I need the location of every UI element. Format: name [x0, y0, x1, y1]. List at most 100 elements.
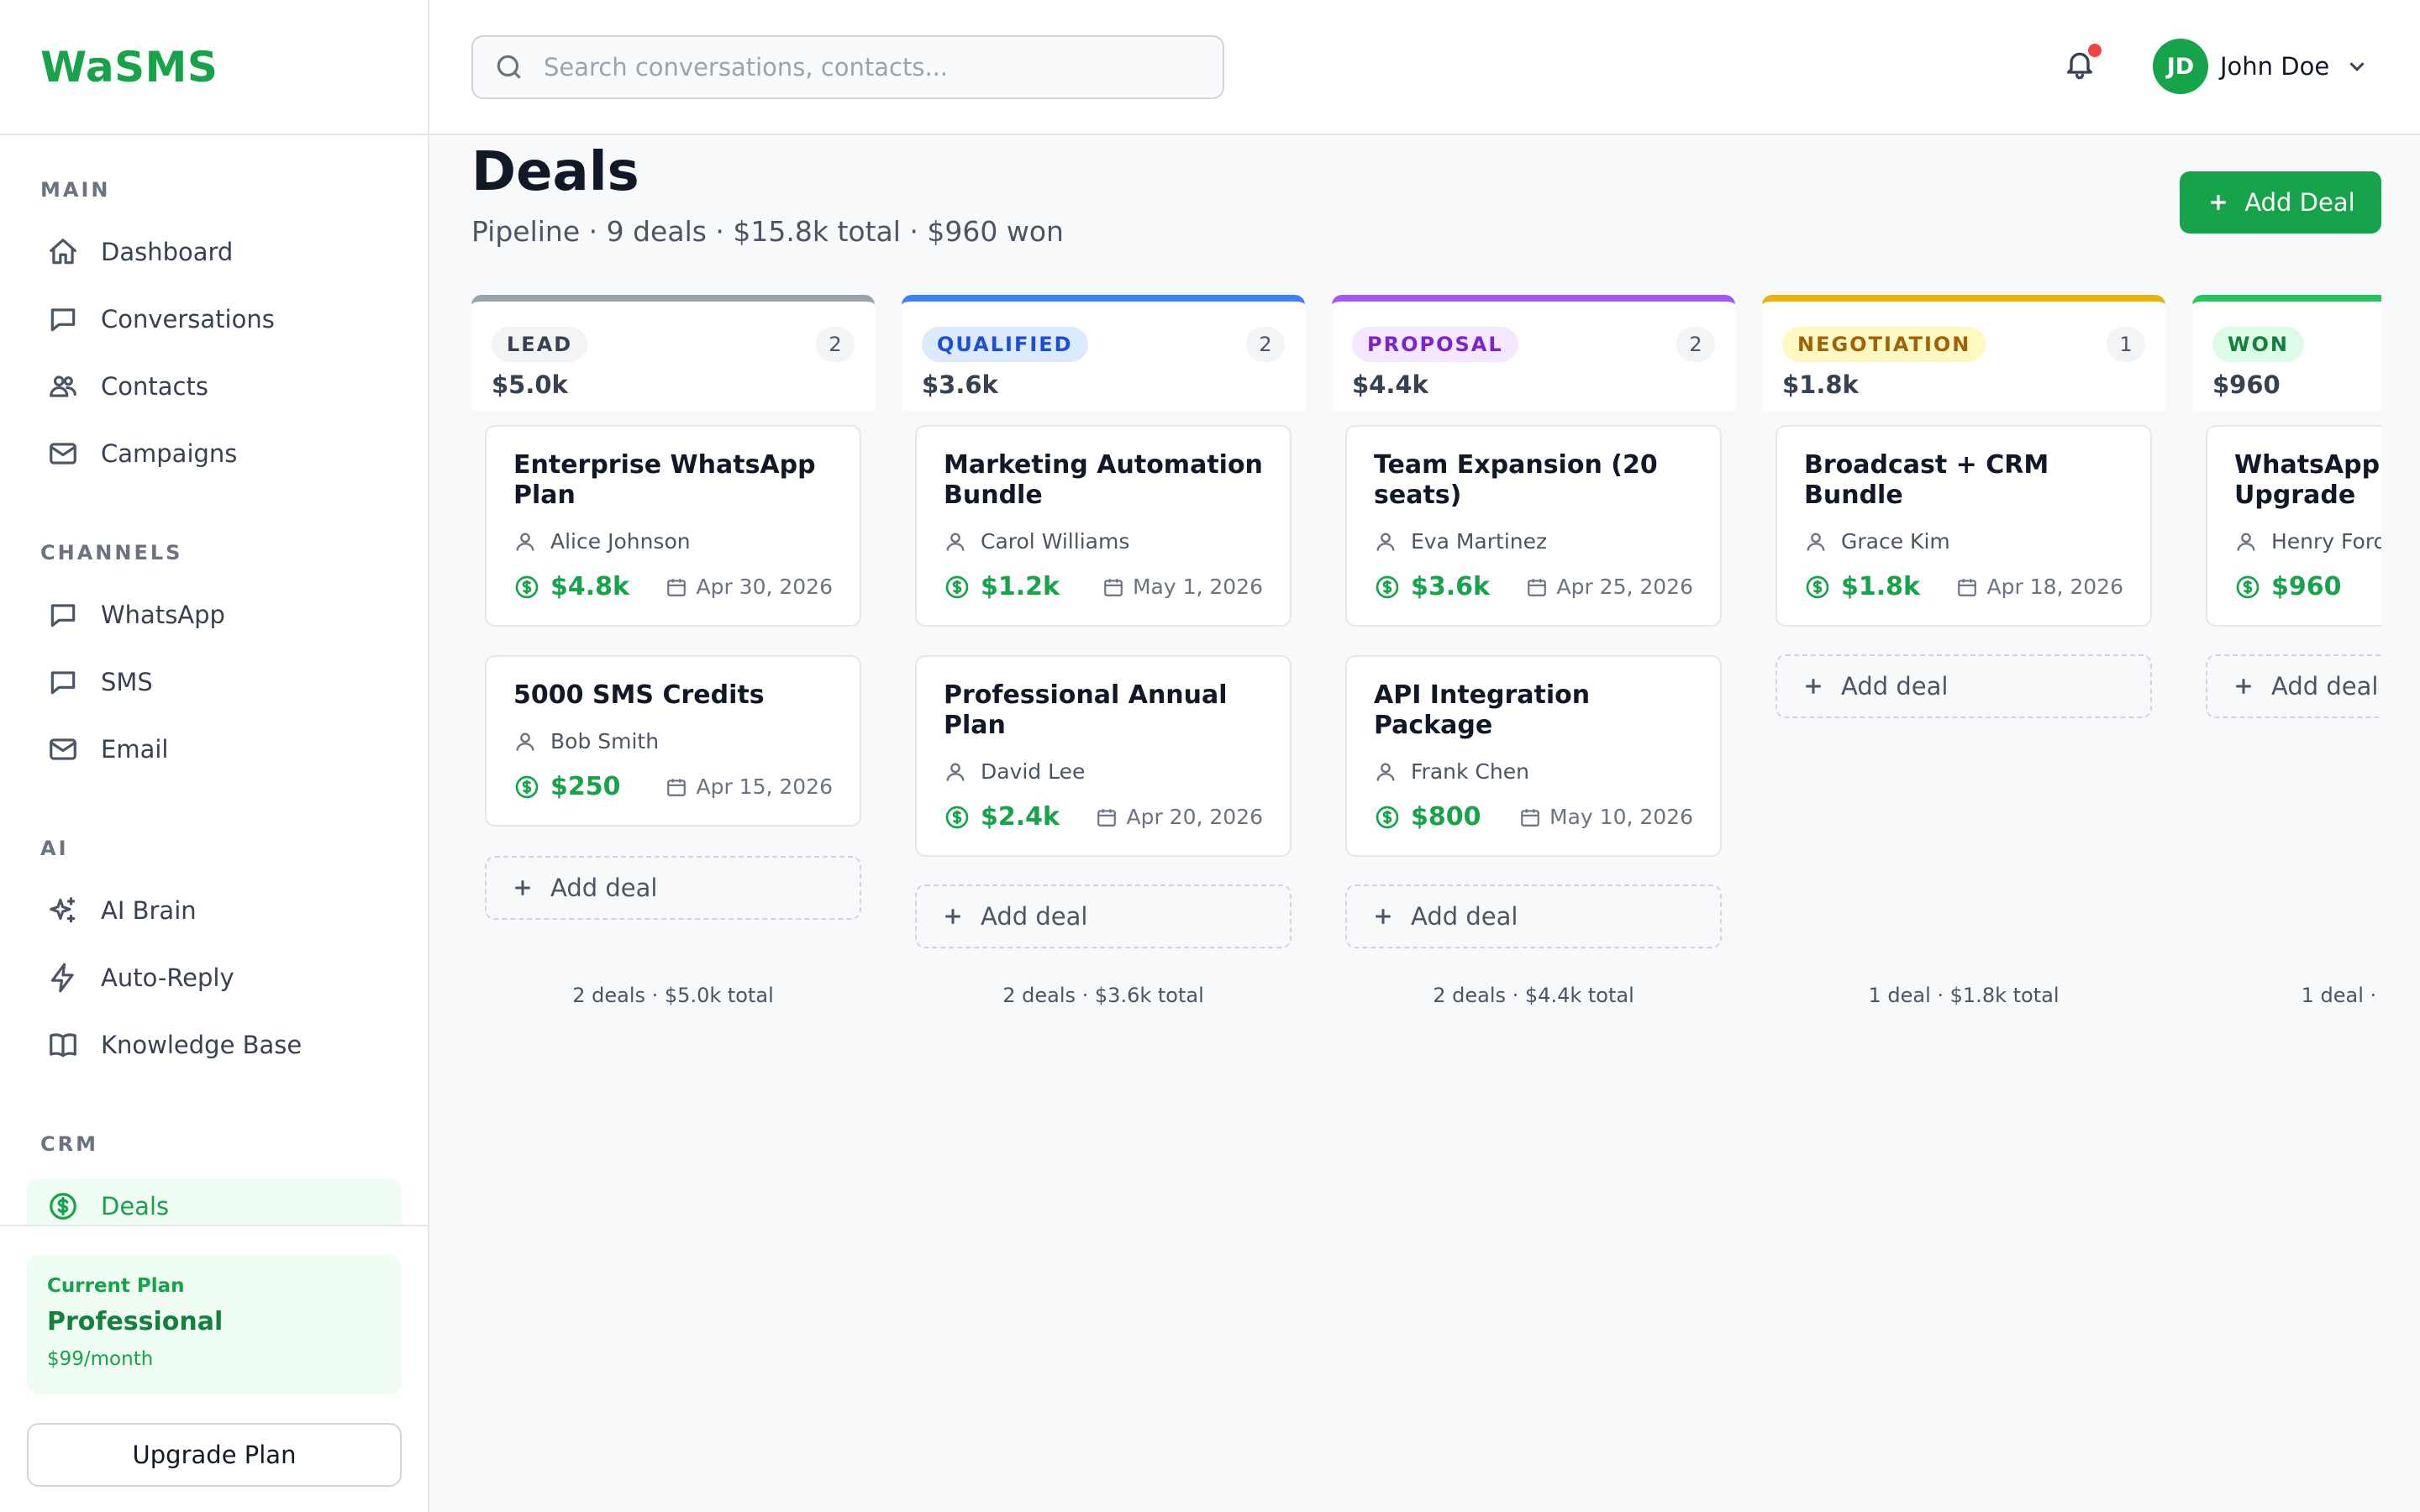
plan-label: Current Plan [47, 1275, 185, 1297]
deal-value: $4.8k [513, 572, 629, 601]
add-deal-slot[interactable]: Add deal [2206, 654, 2381, 718]
column-summary: 2 deals · $4.4k total [1433, 984, 1634, 1007]
deal-date: Apr 15, 2026 [666, 774, 833, 799]
book-icon [50, 1033, 76, 1058]
add-deal-slot[interactable]: Add deal [1345, 885, 1722, 948]
sidebar-item-auto-reply[interactable]: Auto-Reply [27, 950, 402, 1005]
sidebar-item-campaigns[interactable]: Campaigns [27, 426, 402, 481]
search-input[interactable] [544, 53, 1182, 81]
plus-icon [2236, 679, 2251, 694]
column-summary: 2 deals · $5.0k total [572, 984, 774, 1007]
dollar-icon [1806, 575, 1829, 598]
deal-amount: $800 [1411, 802, 1481, 832]
sidebar-item-whatsapp[interactable]: WhatsApp [27, 587, 402, 643]
deal-date: May 1, 2026 [1102, 575, 1263, 599]
deal-footer: $2.4k Apr 20, 2026 [944, 802, 1263, 832]
sidebar-item-dashboard[interactable]: Dashboard [27, 224, 402, 280]
sidebar-item-knowledge-base[interactable]: Knowledge Base [27, 1017, 402, 1073]
chat-icon [50, 604, 76, 627]
sidebar-item-contacts[interactable]: Contacts [27, 359, 402, 414]
deal-date: Apr 25, 2026 [1526, 575, 1693, 599]
calendar-icon [1528, 578, 1547, 596]
chat-icon [50, 308, 76, 332]
deal-card[interactable]: API Integration Package Frank Chen $800 … [1345, 655, 1722, 857]
deal-card[interactable]: WhatsApp Business Upgrade Henry Ford $96… [2206, 425, 2381, 627]
add-deal-slot[interactable]: Add deal [485, 856, 861, 920]
deal-count: 2 [816, 327, 855, 362]
column-header: WON 1 $960 [2192, 295, 2381, 411]
sidebar-item-sms[interactable]: SMS [27, 654, 402, 710]
plus-icon [1376, 909, 1391, 924]
plan-name: Professional [47, 1307, 224, 1336]
pipeline-board: LEAD 2 $5.0k Enterprise WhatsApp Plan Al… [471, 295, 2381, 1051]
plus-icon [515, 880, 530, 895]
deal-card[interactable]: Marketing Automation Bundle Carol Willia… [915, 425, 1292, 627]
deal-card[interactable]: 5000 SMS Credits Bob Smith $250 Apr 15, … [485, 655, 861, 827]
user-icon [1807, 533, 1825, 551]
deal-card[interactable]: Enterprise WhatsApp Plan Alice Johnson $… [485, 425, 861, 627]
add-deal-button[interactable]: Add Deal [2180, 171, 2381, 234]
add-deal-slot[interactable]: Add deal [1776, 654, 2152, 718]
contact-name: David Lee [981, 759, 1086, 784]
deal-amount: $4.8k [550, 572, 629, 601]
deal-contact: Bob Smith [513, 729, 833, 753]
bolt-icon [50, 963, 74, 993]
deal-card[interactable]: Broadcast + CRM Bundle Grace Kim $1.8k A… [1776, 425, 2152, 627]
deal-card[interactable]: Team Expansion (20 seats) Eva Martinez $… [1345, 425, 1722, 627]
sidebar-footer: Current Plan Professional $99/month Upgr… [0, 1225, 428, 1512]
deal-contact: Henry Ford [2234, 529, 2381, 554]
column-total: $3.6k [922, 370, 998, 399]
deal-amount: $1.2k [981, 572, 1060, 601]
brand-name: WaSMS [40, 42, 218, 92]
stage-badge: PROPOSAL [1352, 327, 1518, 362]
user-icon [1376, 533, 1395, 551]
stage-badge: QUALIFIED [922, 327, 1088, 362]
upgrade-plan-button[interactable]: Upgrade Plan [27, 1423, 402, 1487]
column-total: $4.4k [1352, 370, 1428, 399]
deal-date: May 10, 2026 [1519, 805, 1693, 829]
section-title-channels: CHANNELS [40, 541, 183, 564]
notifications-button[interactable] [2063, 44, 2103, 87]
sidebar-item-email[interactable]: Email [27, 722, 402, 777]
search-icon [497, 55, 521, 79]
sidebar-item-conversations[interactable]: Conversations [27, 291, 402, 347]
deal-card[interactable]: Professional Annual Plan David Lee $2.4k… [915, 655, 1292, 857]
deal-amount: $1.8k [1841, 572, 1920, 601]
deal-close-date: May 10, 2026 [1549, 805, 1693, 829]
deal-title: Professional Annual Plan [944, 680, 1228, 740]
sidebar-item-label: Auto-Reply [101, 963, 234, 992]
deal-title: WhatsApp Business Upgrade [2234, 450, 2381, 510]
user-icon [1376, 763, 1395, 781]
sidebar-item-label: Dashboard [101, 238, 234, 266]
search-box[interactable] [471, 35, 1224, 99]
top-bar: JD John Doe [429, 0, 2420, 135]
deal-close-date: Apr 18, 2026 [1986, 575, 2123, 599]
users-icon [50, 375, 76, 397]
dollar-icon [1376, 806, 1399, 828]
plan-price: $99/month [47, 1348, 154, 1370]
add-deal-slot-label: Add deal [981, 902, 1088, 931]
deal-contact: Alice Johnson [513, 529, 833, 554]
home-icon [50, 239, 76, 265]
user-icon [516, 533, 534, 551]
sidebar: WaSMS MAIN Dashboard Conversations Conta… [0, 0, 429, 1512]
deal-title: Marketing Automation Bundle [944, 450, 1263, 510]
add-deal-slot[interactable]: Add deal [915, 885, 1292, 948]
add-deal-slot-label: Add deal [550, 874, 658, 902]
deal-title: Enterprise WhatsApp Plan [513, 450, 816, 510]
user-menu[interactable]: JD John Doe [2153, 39, 2370, 94]
add-deal-slot-label: Add deal [1841, 672, 1949, 701]
contact-name: Frank Chen [1411, 759, 1529, 784]
calendar-icon [1958, 578, 1977, 596]
sidebar-item-label: Campaigns [101, 439, 238, 468]
dollar-icon [515, 575, 539, 598]
chat-icon [50, 671, 76, 695]
column-qualified: QUALIFIED 2 $3.6k Marketing Automation B… [902, 295, 1305, 1007]
deal-amount: $2.4k [981, 802, 1060, 832]
column-proposal: PROPOSAL 2 $4.4k Team Expansion (20 seat… [1332, 295, 1735, 1007]
brand-logo[interactable]: WaSMS [0, 0, 428, 135]
sidebar-item-ai-brain[interactable]: AI Brain [27, 883, 402, 938]
sparkles-icon [50, 897, 76, 923]
deal-footer: $1.2k May 1, 2026 [944, 572, 1263, 601]
sidebar-item-label: Contacts [101, 372, 208, 401]
